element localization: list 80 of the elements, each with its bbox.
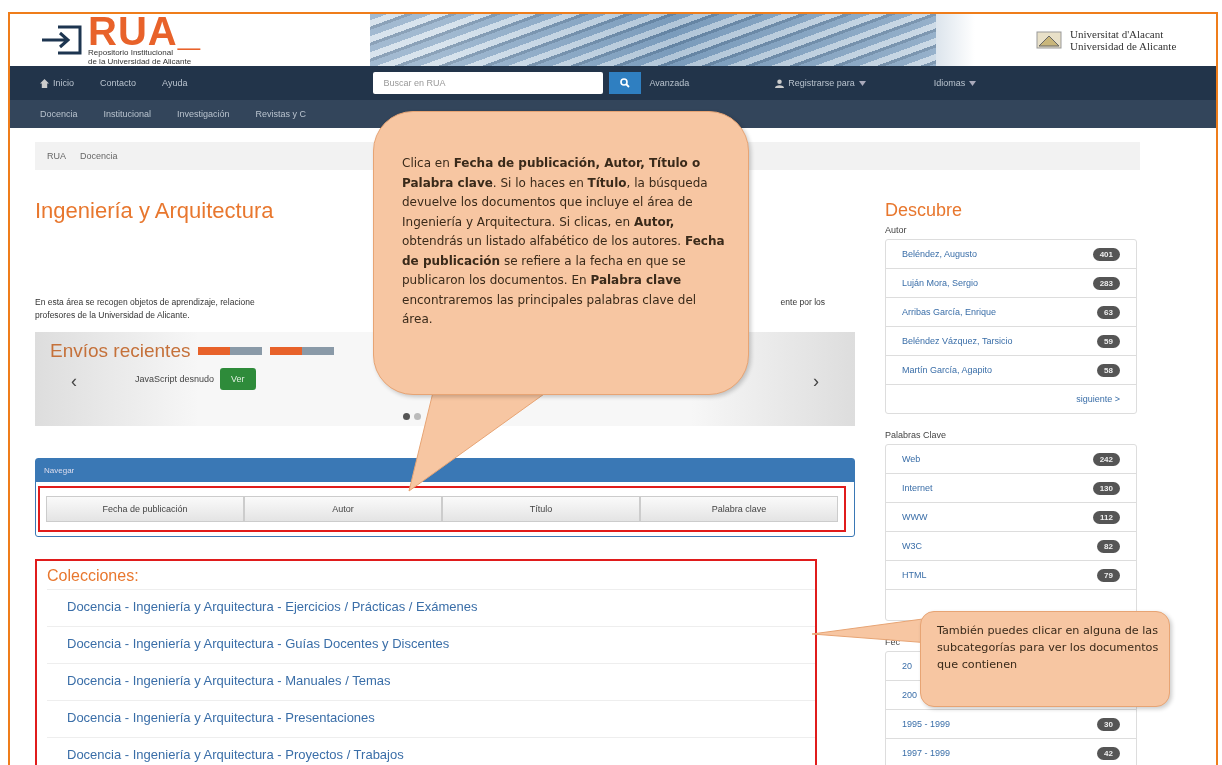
carousel-next-button[interactable]: › (807, 370, 825, 393)
count-badge: 283 (1092, 276, 1120, 290)
logo-text: RUA_ (88, 14, 201, 48)
register-menu[interactable]: Registrarse para (775, 78, 866, 88)
nav-link[interactable]: Contacto (100, 78, 137, 88)
collection-link[interactable]: Docencia - Ingeniería y Arquitectura - Guías Docentes y Discentes (47, 626, 815, 663)
university-name: Universitat d'Alacant (1070, 28, 1165, 40)
university-name: Universidad de Alicante (1070, 40, 1177, 52)
carousel-prev-button[interactable]: ‹ (65, 370, 83, 393)
facet-title: Autor (885, 225, 908, 235)
language-menu[interactable]: Idiomas (933, 78, 977, 88)
description-text: ente por los (780, 296, 825, 309)
description-text: profesores de la Universidad de Alicante. (35, 309, 190, 322)
category-link[interactable]: Docencia (40, 109, 78, 119)
facet-item[interactable]: Internet 130 (886, 474, 1136, 503)
caret-icon (858, 80, 866, 86)
facet-item[interactable]: Web 242 (886, 445, 1136, 474)
section-title: Colecciones: (47, 567, 140, 585)
advanced-search-link[interactable]: Avanzada (649, 78, 690, 88)
collection-link[interactable]: Docencia - Ingeniería y Arquitectura - Presentaciones (47, 700, 815, 737)
facet-item[interactable]: 1997 - 1999 42 (886, 739, 1136, 765)
count-badge: 42 (1097, 746, 1120, 760)
carousel-dot[interactable] (403, 413, 410, 420)
callout-text: Clica en Fecha de publicación, Autor, Título o Palabra clave. Si lo haces en Título, la búsqueda devuelve los documentos que incluye el área de Ingeniería y Arquitectura. Si clicas, en Autor, obtendrás un listado alfabético de los autores. Fecha de publicación se refiere a la fecha en que se publicaron los documentos. En Palabra clave encontraremos las principales palabras clave del área. (402, 155, 726, 328)
page-title: Ingeniería y Arquitectura (35, 198, 274, 224)
browse-button[interactable]: Título (442, 496, 640, 522)
nav-link[interactable]: Ayuda (162, 78, 188, 88)
search-button[interactable] (609, 72, 642, 94)
search-icon (620, 78, 631, 88)
breadcrumb-item[interactable]: RUA (47, 151, 66, 161)
facet-item[interactable]: WWW 112 (886, 503, 1136, 532)
university-logo-icon (1036, 31, 1062, 49)
category-link[interactable]: Revistas y C (255, 109, 307, 119)
user-icon (775, 78, 785, 88)
facet-item[interactable]: Beléndez Vázquez, Tarsicio 59 (886, 327, 1136, 356)
collection-link[interactable]: Docencia - Ingeniería y Arquitectura - Ejercicios / Prácticas / Exámenes (47, 589, 815, 626)
nav-link[interactable]: Inicio (40, 78, 74, 88)
count-badge: 82 (1097, 539, 1120, 553)
breadcrumb-item[interactable]: Docencia (80, 151, 118, 161)
description-text: En esta área se recogen objetos de aprendizaje, relacione (35, 296, 255, 309)
count-badge: 130 (1092, 481, 1120, 495)
browse-button[interactable]: Fecha de publicación (46, 496, 244, 522)
sidebar-title: Descubre (885, 200, 964, 221)
count-badge: 242 (1092, 452, 1120, 466)
facet-item[interactable]: Luján Mora, Sergio 283 (886, 269, 1136, 298)
view-button[interactable]: Ver (220, 368, 256, 390)
caret-icon (969, 80, 977, 86)
feed-badge-icon[interactable] (270, 347, 335, 355)
count-badge: 79 (1097, 568, 1120, 582)
category-link[interactable]: Institucional (103, 109, 152, 119)
count-badge: 30 (1097, 717, 1120, 731)
category-link[interactable]: Investigación (177, 109, 230, 119)
facet-item[interactable]: HTML 79 (886, 561, 1136, 590)
section-title: Envíos recientes (50, 340, 191, 362)
panel-header: Navegar (36, 459, 854, 482)
facet-item[interactable]: W3C 82 (886, 532, 1136, 561)
next-link[interactable]: siguiente > (886, 385, 1136, 413)
logo-subtitle: de la Universidad de Alicante (88, 57, 193, 66)
browse-button[interactable]: Autor (244, 496, 442, 522)
recent-item-title: JavaScript desnudo (135, 374, 215, 384)
count-badge: 112 (1093, 510, 1120, 524)
count-badge: 63 (1097, 305, 1120, 319)
count-badge: 59 (1097, 334, 1120, 348)
collection-link[interactable]: Docencia - Ingeniería y Arquitectura - Proyectos / Trabajos (47, 737, 815, 765)
count-badge: 401 (1092, 247, 1120, 261)
facet-title: Palabras Clave (885, 430, 948, 440)
facet-item[interactable]: Beléndez, Augusto 401 (886, 240, 1136, 269)
count-badge: 58 (1097, 363, 1120, 377)
browse-button[interactable]: Palabra clave (640, 496, 838, 522)
callout-text: También puedes clicar en alguna de las subcategorías para ver los documentos que contienen (937, 623, 1160, 673)
facet-item[interactable]: Arribas García, Enrique 63 (886, 298, 1136, 327)
enter-arrow-icon (40, 25, 84, 55)
facet-item[interactable]: Martín García, Agapito 58 (886, 356, 1136, 385)
logo-subtitle: Repositorio Institucional (88, 48, 173, 57)
search-field[interactable]: Buscar en RUA (373, 72, 604, 94)
feed-badge-icon[interactable] (198, 347, 263, 355)
facet-item[interactable]: 1995 - 1999 30 (886, 710, 1136, 739)
carousel-dot[interactable] (414, 413, 421, 420)
collection-link[interactable]: Docencia - Ingeniería y Arquitectura - Manuales / Temas (47, 663, 815, 700)
home-icon (40, 78, 49, 88)
